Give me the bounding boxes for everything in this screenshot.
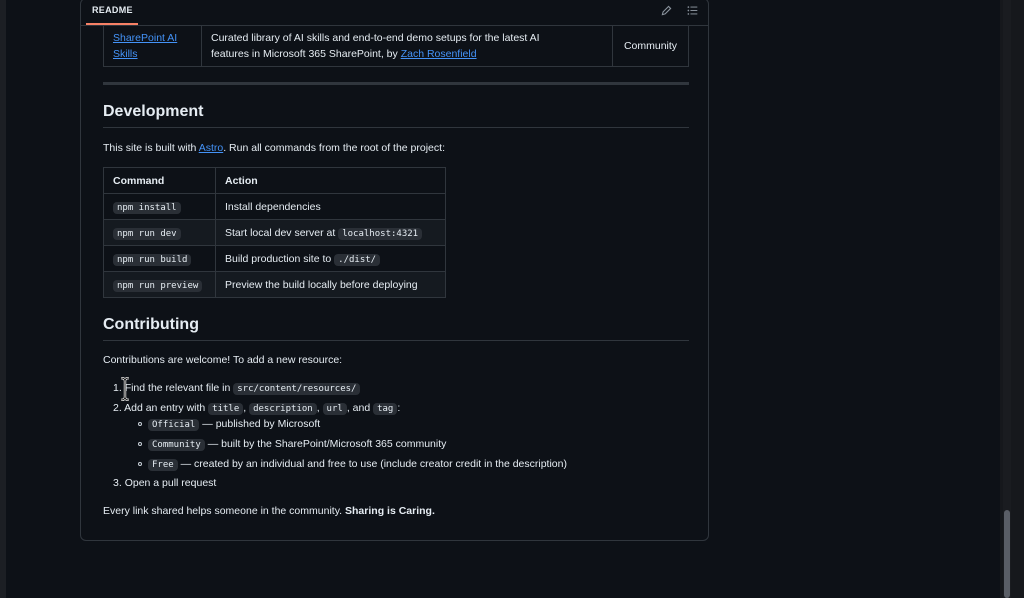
resource-link[interactable]: SharePoint AI Skills (113, 32, 177, 60)
list-icon[interactable] (685, 3, 699, 17)
intro-text-suffix: . Run all commands from the root of the … (223, 142, 445, 154)
table-row: npm run dev Start local dev server at lo… (103, 219, 446, 246)
tag-code: Community (148, 439, 205, 451)
scrollbar-thumb[interactable] (1004, 510, 1010, 598)
contributing-intro: Contributions are welcome! To add a new … (103, 354, 343, 366)
list-number: 3. (113, 477, 122, 489)
action-cell: Start local dev server at localhost:4321 (215, 219, 446, 246)
closing-text: Every link shared helps someone in the c… (103, 503, 435, 519)
contributing-heading: Contributing (103, 316, 199, 333)
list-text: Find the relevant file in (124, 382, 234, 394)
closing-bold: Sharing is Caring. (345, 505, 435, 517)
command-code: npm run dev (113, 227, 181, 240)
astro-link[interactable]: Astro (199, 142, 224, 154)
tag-description: — built by the SharePoint/Microsoft 365 … (204, 438, 447, 450)
command-cell: npm install (103, 193, 216, 220)
author-link[interactable]: Zach Rosenfield (401, 48, 477, 60)
resources-table: SharePoint AI Skills Curated library of A… (103, 25, 689, 67)
resource-description-cell: Curated library of AI skills and end-to-… (201, 25, 613, 67)
command-cell: npm run build (103, 245, 216, 272)
list-item: 2. Add an entry with title, description,… (113, 400, 400, 417)
resource-desc-line2: features in Microsoft 365 SharePoint, by (211, 48, 401, 60)
resource-name-line1: SharePoint AI (113, 32, 178, 44)
field-code: title (208, 403, 244, 415)
list-text: Open a pull request (124, 477, 217, 489)
action-code: localhost:4321 (338, 227, 423, 240)
field-code: url (322, 403, 347, 415)
section-divider (103, 82, 689, 85)
tag-code: Official (148, 419, 200, 431)
resource-desc-line1: Curated library of AI skills and end-to-… (211, 32, 540, 44)
scrollbar-track[interactable] (1003, 0, 1011, 598)
resource-name-line2: Skills (113, 48, 138, 60)
readme-header: README (81, 0, 708, 26)
table-header-row: Command Action (103, 167, 446, 194)
bullet-icon (138, 442, 142, 446)
action-text: Start local dev server at (225, 226, 339, 239)
text-cursor-icon (120, 377, 130, 401)
window-left-edge (0, 0, 6, 598)
column-header-command: Command (103, 167, 216, 194)
readme-tab[interactable]: README (92, 5, 133, 15)
resource-name-cell: SharePoint AI Skills (103, 25, 202, 67)
bullet-icon (138, 422, 142, 426)
commands-table: Command Action npm install Install depen… (103, 167, 446, 298)
table-row: npm run preview Preview the build locall… (103, 271, 446, 298)
table-row: SharePoint AI Skills Curated library of A… (103, 25, 689, 67)
list-text: Add an entry with (124, 402, 209, 414)
list-item: 1. Find the relevant file in src/content… (113, 380, 361, 397)
action-text: Build production site to (225, 252, 335, 265)
pencil-icon[interactable] (659, 3, 673, 17)
intro-text: This site is built with (103, 142, 199, 154)
action-cell: Build production site to ./dist/ (215, 245, 446, 272)
list-item: 3. Open a pull request (113, 475, 216, 491)
table-row: npm install Install dependencies (103, 193, 446, 220)
command-cell: npm run preview (103, 271, 216, 298)
list-item: Community — built by the SharePoint/Micr… (148, 436, 446, 453)
bullet-icon (138, 462, 142, 466)
command-code: npm run preview (113, 279, 203, 292)
separator: : (397, 402, 401, 414)
path-code: src/content/resources/ (233, 383, 361, 395)
column-header-action: Action (215, 167, 446, 194)
closing-sentence: Every link shared helps someone in the c… (103, 505, 346, 517)
field-code: tag (373, 403, 398, 415)
command-cell: npm run dev (103, 219, 216, 246)
field-code: description (249, 403, 317, 415)
tag-description: — published by Microsoft (199, 418, 321, 430)
action-text: Preview the build locally before deployi… (225, 278, 418, 291)
list-item: Official — published by Microsoft (148, 416, 320, 433)
action-cell: Preview the build locally before deployi… (215, 271, 446, 298)
action-cell: Install dependencies (215, 193, 446, 220)
action-code: ./dist/ (334, 253, 381, 266)
tag-description: — created by an individual and free to u… (177, 458, 567, 470)
tag-code: Free (148, 459, 178, 471)
separator: , (316, 402, 323, 414)
action-text: Install dependencies (225, 200, 321, 213)
table-row: npm run build Build production site to .… (103, 245, 446, 272)
development-heading-rule (103, 127, 689, 128)
list-number: 2. (113, 402, 122, 414)
contributing-heading-rule (103, 340, 689, 341)
separator: , and (346, 402, 374, 414)
readme-panel: README SharePoint AI Skills Curated libra… (80, 0, 709, 541)
development-heading: Development (103, 103, 204, 120)
resource-tag-cell: Community (612, 25, 689, 67)
command-code: npm run build (113, 253, 192, 266)
development-intro: This site is built with Astro. Run all c… (103, 140, 445, 156)
list-item: Free — created by an individual and free… (148, 456, 567, 473)
command-code: npm install (113, 201, 181, 214)
